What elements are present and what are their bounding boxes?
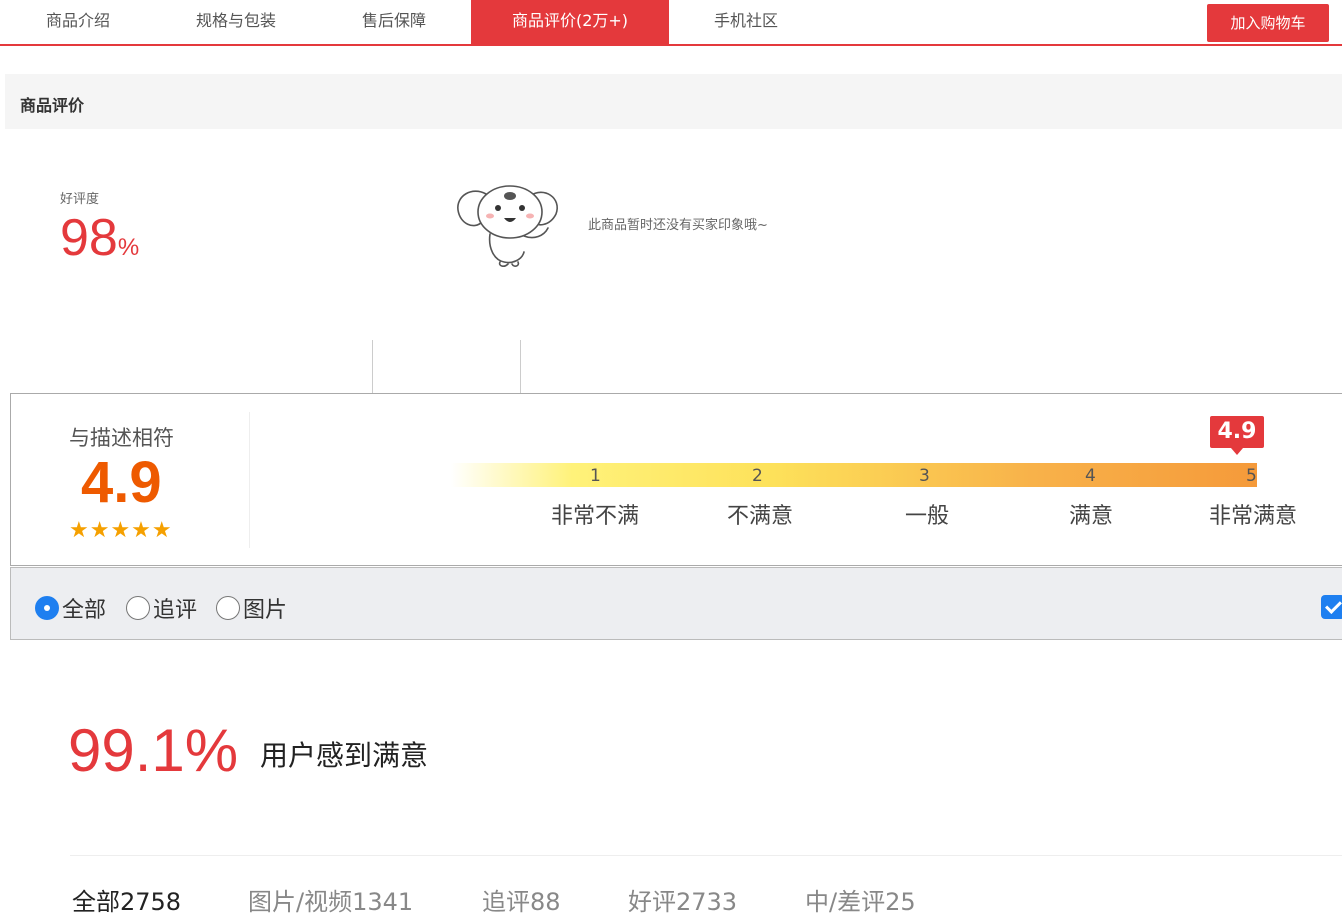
filter-all-option[interactable]: 全部 [35,592,106,624]
scale-label: 不满意 [727,504,794,529]
good-rate-value: 98% [60,208,139,278]
satisfaction-text: 用户感到满意 [260,739,429,772]
section-title: 商品评价 [20,96,85,115]
filter-label: 追评 [153,598,198,623]
count-tab-images-videos[interactable]: 图片/视频1341 [248,882,413,917]
scale-label: 非常满意 [1209,504,1298,529]
no-impressions-message: 此商品暂时还没有买家印象哦~ [588,218,768,233]
scale-number: 2 [752,466,763,486]
tab-product-intro[interactable]: 商品介绍 [20,0,136,44]
divider-line [70,855,1342,856]
radio-unchecked-icon[interactable] [126,596,150,620]
scale-number: 5 [1246,466,1257,486]
good-rate-label: 好评度 [60,192,100,207]
filter-label: 全部 [62,598,107,623]
star-rating-icon: ★★★★★ [69,518,173,543]
good-rate-number: 98 [60,209,118,267]
count-tab-positive[interactable]: 好评2733 [628,882,737,917]
strip-divider [520,340,521,393]
reviews-section-header: 商品评价 [5,74,1342,129]
rating-scale-bar [451,463,1257,487]
cutoff-tab-strip [10,340,1342,394]
tab-reviews[interactable]: 商品评价(2万+) [471,0,669,44]
rating-divider [249,412,250,548]
add-to-cart-button[interactable]: 加入购物车 [1207,4,1329,42]
count-tab-all[interactable]: 全部2758 [72,882,181,917]
filter-images-option[interactable]: 图片 [216,592,287,624]
good-rate-unit: % [117,234,140,261]
review-filter-bar: 全部 追评 图片 [10,567,1342,640]
scale-label: 满意 [1069,504,1114,529]
checkbox-checked-icon[interactable] [1321,595,1342,619]
count-tab-followups[interactable]: 追评88 [482,882,561,917]
count-tab-neutral-negative[interactable]: 中/差评25 [805,882,916,917]
tab-mobile-community[interactable]: 手机社区 [688,0,804,44]
tab-after-sales[interactable]: 售后保障 [338,0,450,44]
scale-number: 3 [919,466,930,486]
rating-panel: 与描述相符 4.9 ★★★★★ 4.9 1 2 3 4 5 非常不满 不满意 一… [10,393,1342,566]
tab-specs-packaging[interactable]: 规格与包装 [170,0,302,44]
product-tab-bar: 商品介绍 规格与包装 售后保障 商品评价(2万+) 手机社区 加入购物车 [0,0,1342,46]
satisfaction-percent: 99.1% [68,717,239,784]
strip-divider [372,340,373,393]
scale-label: 非常不满 [551,504,640,529]
radio-checked-icon[interactable] [35,596,59,620]
score-marker: 4.9 [1210,416,1264,448]
marker-arrow-icon [1231,448,1243,455]
scale-number: 4 [1085,466,1096,486]
radio-unchecked-icon[interactable] [216,596,240,620]
filter-followup-option[interactable]: 追评 [126,592,197,624]
filter-label: 图片 [243,598,288,623]
rating-score: 4.9 [81,450,162,515]
rating-label: 与描述相符 [69,426,174,450]
scale-label: 一般 [905,504,950,529]
scale-number: 1 [590,466,601,486]
jd-dog-mascot-icon [452,180,564,270]
